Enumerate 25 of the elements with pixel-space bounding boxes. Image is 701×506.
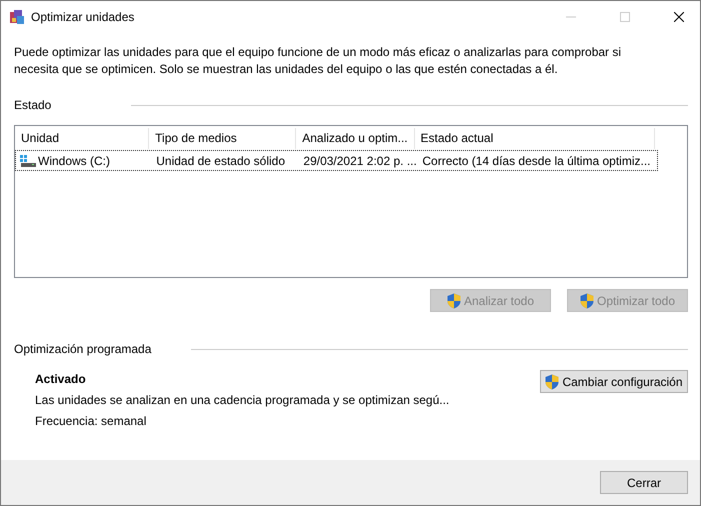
table-cell: 29/03/2021 2:02 p. ... xyxy=(303,154,417,168)
description-text: Puede optimizar las unidades para que el equipo funcione de un modo más eficaz o analizarlas para comprobar si necesita que se optimicen. Solo se muestran las unidades del equipo o las que estén conectadas a él. xyxy=(14,44,622,78)
table-cell: Unidad de estado sólido xyxy=(156,154,285,168)
table-row[interactable]: Windows (C:) Unidad de estado sólido 29/03/2021 2:02 p. ... Correcto (14 días desde la última optimiz... xyxy=(15,150,658,171)
table-cell: Correcto (14 días desde la última optimiz... xyxy=(422,154,650,168)
shield-icon xyxy=(446,292,461,308)
column-header[interactable]: Unidad xyxy=(15,128,150,149)
frequency-text: Frecuencia: semanal xyxy=(35,413,148,430)
column-header[interactable]: Estado actual xyxy=(414,128,655,149)
column-header[interactable]: Tipo de medios xyxy=(149,128,296,149)
maximize-icon[interactable] xyxy=(620,12,630,22)
schedule-status: Activado xyxy=(35,371,87,388)
schedule-description: Las unidades se analizan en una cadencia programada y se optimizan segú... xyxy=(35,392,450,409)
change-settings-button[interactable]: Cambiar configuración xyxy=(540,370,688,393)
shield-icon xyxy=(580,292,594,308)
shield-icon xyxy=(545,374,560,390)
section-title: Estado xyxy=(14,98,52,112)
app-icon xyxy=(9,8,25,24)
column-header[interactable]: Analizado u optim... xyxy=(296,128,415,149)
section-title: Optimización programada xyxy=(14,342,152,356)
window-title: Optimizar unidades xyxy=(31,10,134,24)
close-icon[interactable] xyxy=(674,12,684,22)
table-cell: Windows (C:) xyxy=(38,154,110,168)
close-button[interactable]: Cerrar xyxy=(600,471,688,494)
drive-icon xyxy=(20,154,36,166)
